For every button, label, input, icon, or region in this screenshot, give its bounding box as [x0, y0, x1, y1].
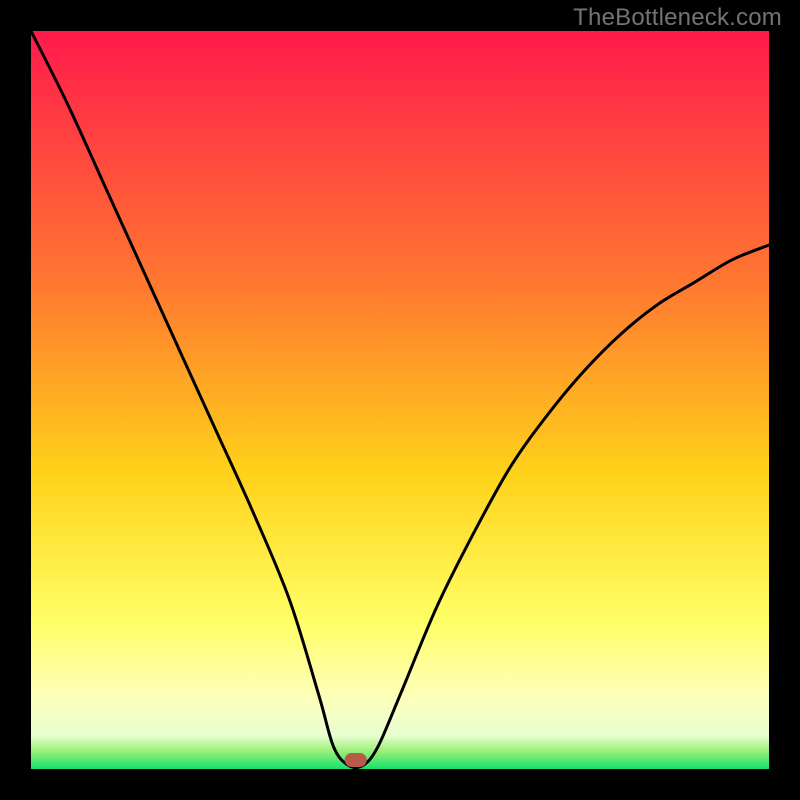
- optimal-marker: [345, 753, 367, 767]
- bottleneck-chart-svg: [31, 31, 769, 769]
- gradient-background: [31, 31, 769, 769]
- chart-frame: TheBottleneck.com: [0, 0, 800, 800]
- watermark-text: TheBottleneck.com: [573, 4, 782, 32]
- plot-area: [31, 31, 769, 769]
